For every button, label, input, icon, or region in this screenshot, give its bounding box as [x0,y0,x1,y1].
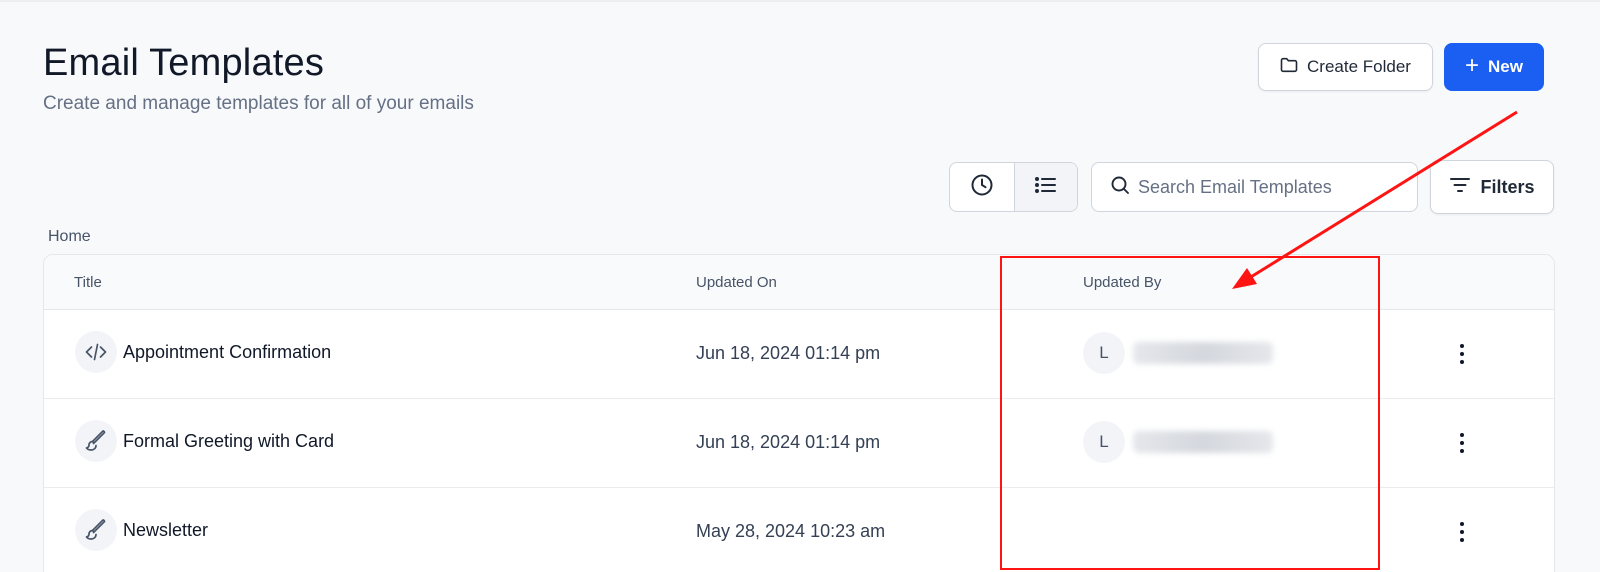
create-folder-button[interactable]: Create Folder [1258,43,1433,91]
filters-label: Filters [1480,176,1535,197]
search-icon [1110,175,1130,200]
updated-on-cell: Jun 18, 2024 01:14 pm [696,432,881,452]
filter-icon [1449,176,1471,199]
template-title[interactable]: Formal Greeting with Card [123,431,334,452]
create-folder-label: Create Folder [1307,57,1411,76]
new-button[interactable]: + New [1444,43,1544,91]
folder-icon [1280,57,1298,78]
updated-on-cell: Jun 18, 2024 01:14 pm [696,343,881,363]
list-view-button[interactable] [1013,163,1077,211]
annotation-highlight-box [1000,256,1380,570]
template-title[interactable]: Appointment Confirmation [123,342,331,363]
search-box[interactable] [1091,162,1418,212]
page-title: Email Templates [43,42,325,84]
brush-icon [75,420,117,462]
page-subtitle: Create and manage templates for all of y… [43,93,474,114]
row-actions-menu[interactable] [1447,336,1477,372]
search-input[interactable] [1138,176,1398,198]
row-actions-menu[interactable] [1447,425,1477,461]
column-updated-on[interactable]: Updated On [696,274,777,291]
row-actions-menu[interactable] [1447,514,1477,550]
code-icon [75,331,117,373]
column-title[interactable]: Title [74,274,102,291]
new-label: New [1488,57,1523,76]
recent-view-button[interactable] [950,163,1014,211]
title-cell: Formal Greeting with Card [75,420,334,462]
filters-button[interactable]: Filters [1430,160,1554,214]
plus-icon: + [1465,52,1480,79]
list-icon [1034,175,1058,200]
top-border [0,0,1600,2]
updated-on-cell: May 28, 2024 10:23 am [696,521,886,541]
brush-icon [75,509,117,551]
breadcrumb-home[interactable]: Home [48,228,91,246]
title-cell: Newsletter [75,509,208,551]
clock-icon [970,173,994,202]
template-title[interactable]: Newsletter [123,520,208,541]
view-toggle [949,162,1078,212]
title-cell: Appointment Confirmation [75,331,331,373]
